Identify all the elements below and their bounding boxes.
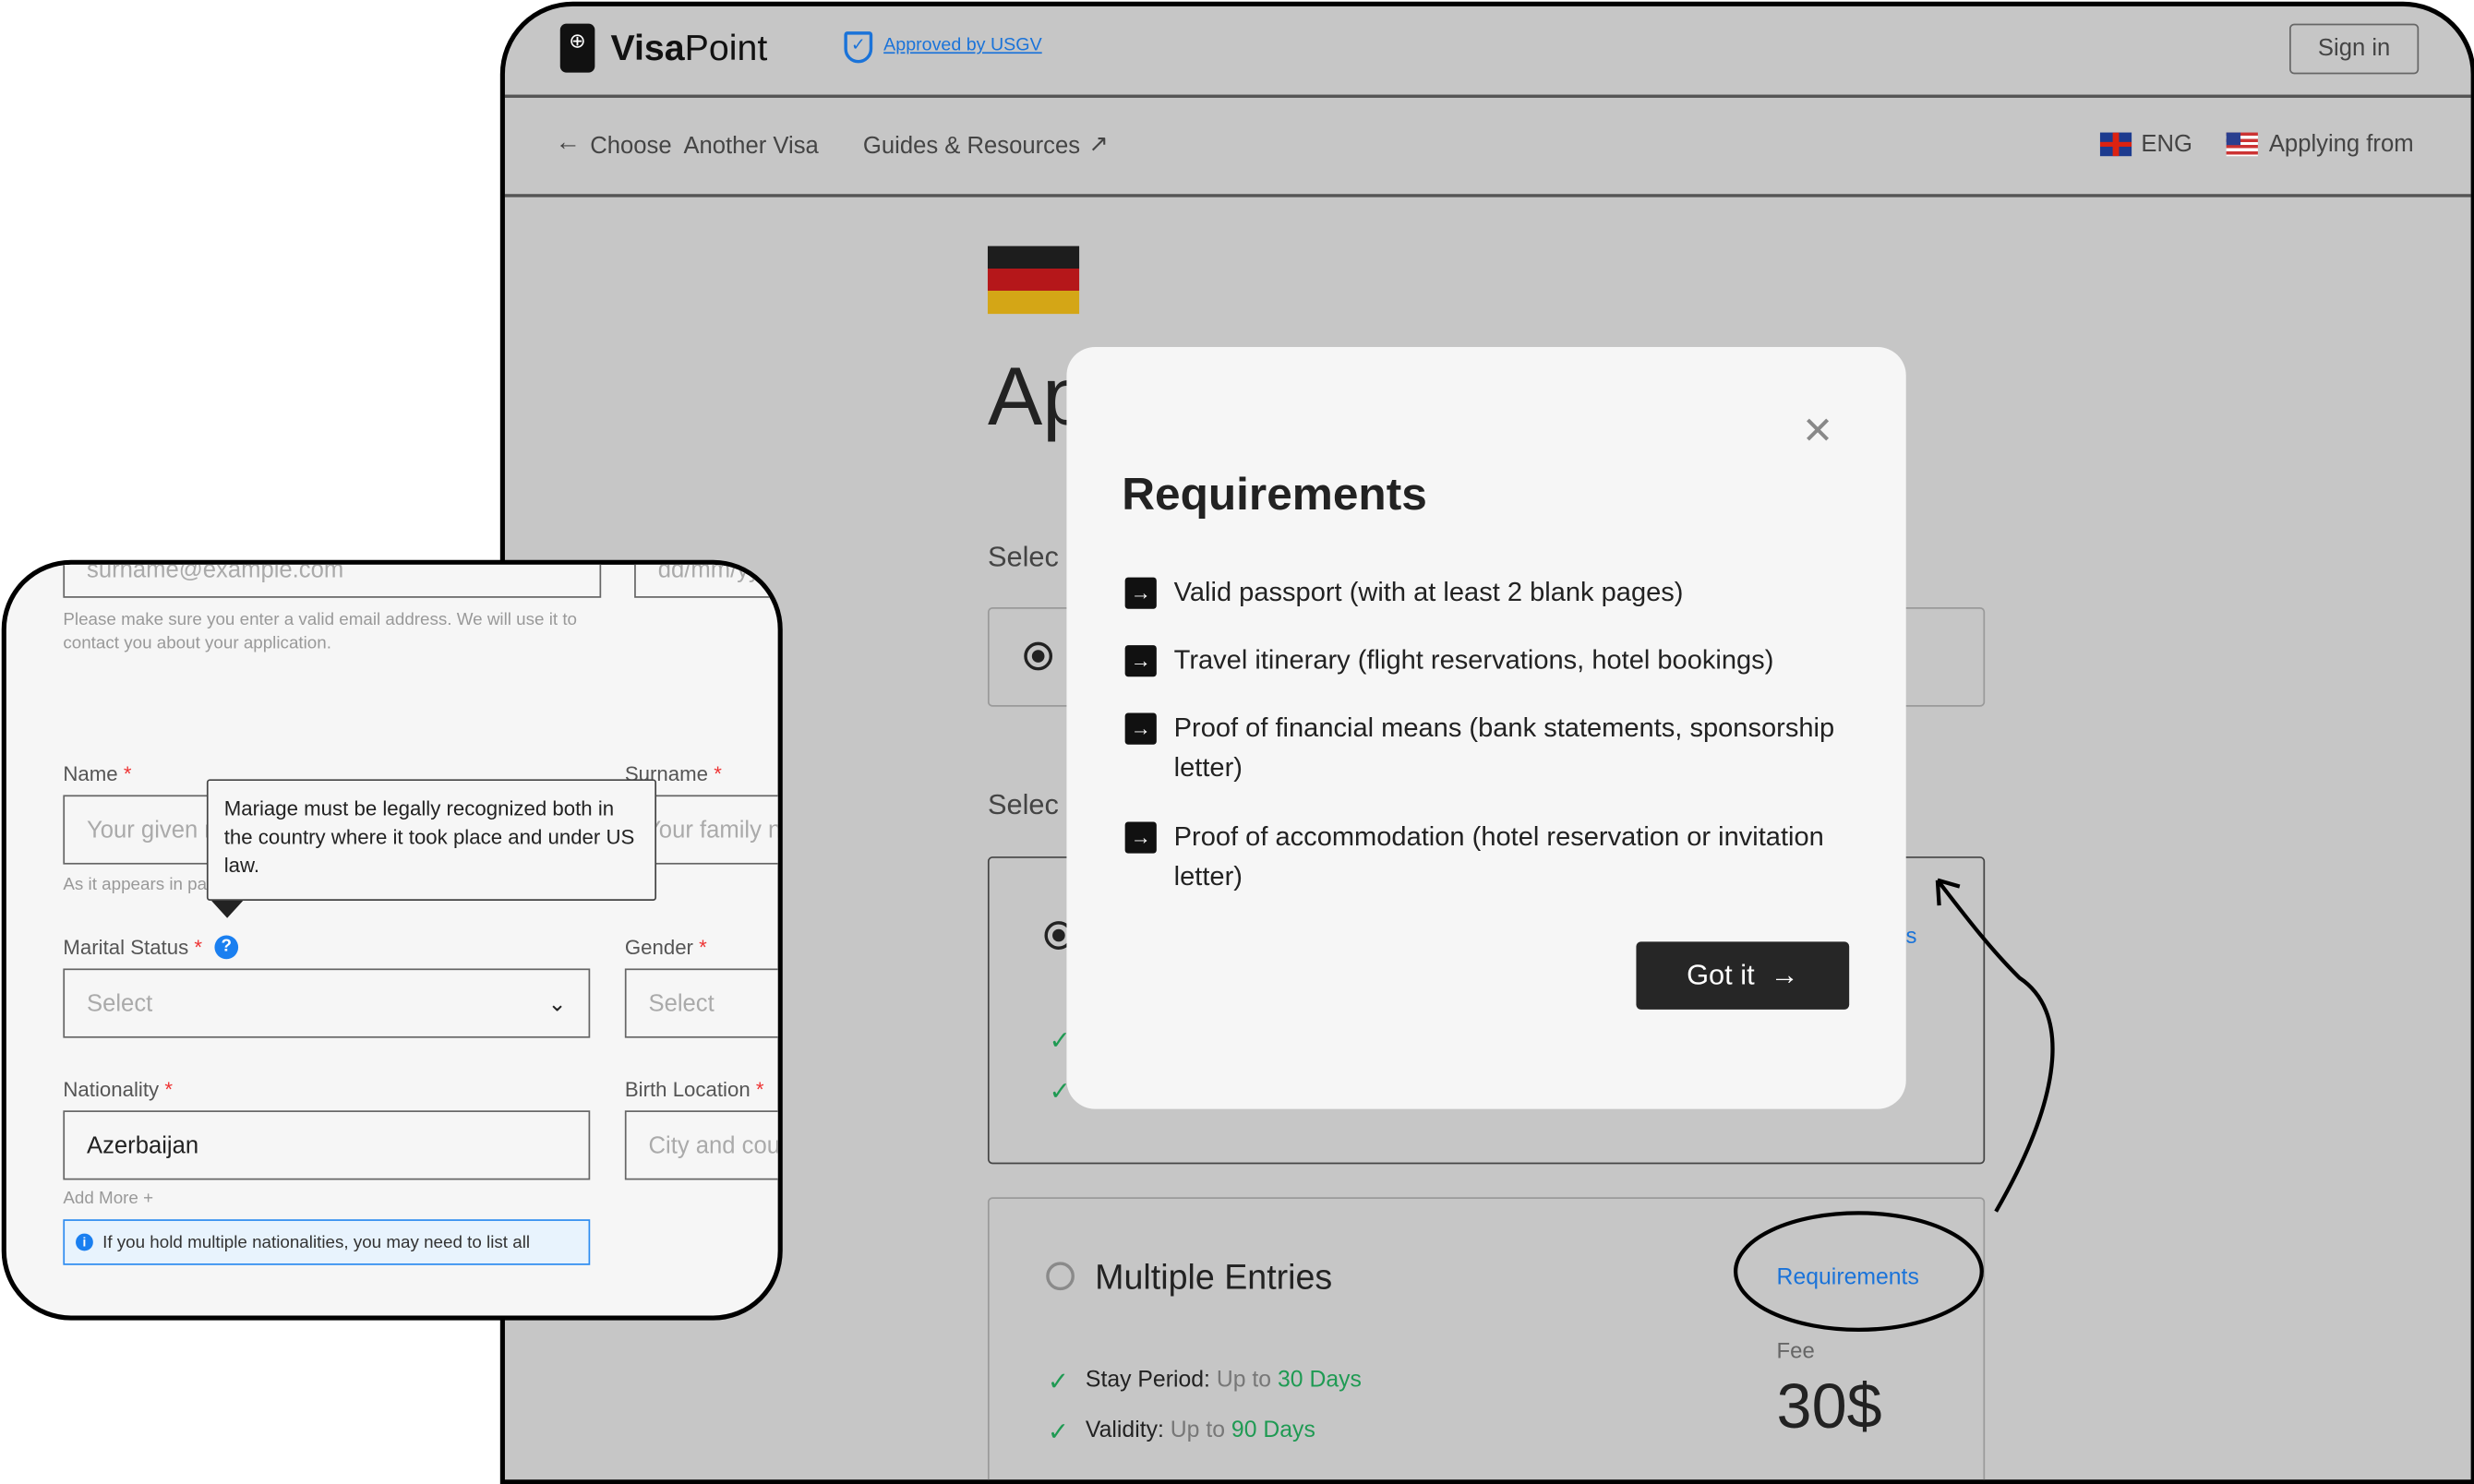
name-label-text: Name [63, 761, 118, 786]
nationality-label-text: Nationality [63, 1077, 160, 1102]
got-it-label: Got it [1687, 959, 1755, 991]
requirements-modal: ✕ Requirements → Valid passport (with at … [1066, 347, 1906, 1109]
required-star: * [699, 935, 707, 960]
required-star: * [123, 761, 132, 786]
date-input[interactable]: dd/mm/yyyy [634, 564, 778, 598]
marital-select-value: Select [87, 989, 153, 1017]
modal-title: Requirements [1122, 470, 1427, 521]
nationality-label: Nationality * [63, 1077, 173, 1101]
requirement-item: → Proof of financial means (bank statemen… [1124, 708, 1868, 786]
add-more-link[interactable]: Add More + [63, 1190, 153, 1209]
arrow-right-icon: → [1124, 577, 1157, 609]
tooltip-pointer [211, 900, 244, 918]
requirement-text: Travel itinerary (flight reservations, h… [1173, 645, 1774, 676]
form-detail-card: surname@example.com dd/mm/yyyy Please ma… [1, 559, 783, 1321]
name-label: Name * [63, 762, 131, 786]
required-star: * [755, 1077, 764, 1102]
requirement-item: → Travel itinerary (flight reservations, … [1124, 640, 1868, 680]
gender-label: Gender * [625, 936, 707, 960]
info-text: If you hold multiple nationalities, you … [102, 1232, 531, 1252]
help-question-icon[interactable]: ? [214, 935, 239, 960]
requirement-text: Proof of financial means (bank statement… [1173, 712, 1835, 783]
marital-status-select[interactable]: Select ⌄ [63, 968, 591, 1038]
requirement-item: → Proof of accommodation (hotel reservati… [1124, 817, 1868, 895]
arrow-right-icon: → [1124, 712, 1157, 745]
gender-label-text: Gender [624, 935, 693, 960]
annotation-ellipse [1733, 1211, 1984, 1332]
birth-label-text: Birth Location [624, 1077, 751, 1102]
required-star: * [164, 1077, 173, 1102]
chevron-down-icon: ⌄ [547, 989, 567, 1015]
birth-location-input[interactable]: City and country [624, 1110, 778, 1180]
arrow-right-icon: → [1124, 645, 1157, 677]
requirement-text: Valid passport (with at least 2 blank pa… [1173, 577, 1684, 608]
arrow-right-icon: → [1124, 821, 1157, 854]
required-star: * [194, 935, 203, 960]
info-icon: i [76, 1233, 93, 1251]
required-star: * [714, 761, 722, 786]
marital-label-text: Marital Status [63, 935, 189, 960]
birth-location-label: Birth Location * [625, 1077, 764, 1101]
annotation-curve [1936, 879, 2055, 1213]
marital-tooltip: Mariage must be legally recognized both … [206, 779, 657, 901]
email-input[interactable]: surname@example.com [63, 564, 602, 598]
gender-select[interactable]: Select [624, 968, 778, 1038]
nationality-input[interactable]: Azerbaijan [63, 1110, 591, 1180]
requirement-text: Proof of accommodation (hotel reservatio… [1173, 821, 1824, 892]
requirement-item: → Valid passport (with at least 2 blank p… [1124, 572, 1868, 612]
info-banner: i If you hold multiple nationalities, yo… [63, 1219, 591, 1265]
marital-status-label: Marital Status * [63, 936, 202, 960]
close-icon[interactable]: ✕ [1802, 413, 1833, 451]
arrow-right-icon: → [1770, 959, 1799, 991]
got-it-button[interactable]: Got it → [1636, 941, 1850, 1010]
email-help-text: Please make sure you enter a valid email… [63, 610, 578, 653]
tooltip-text: Mariage must be legally recognized both … [223, 796, 635, 878]
